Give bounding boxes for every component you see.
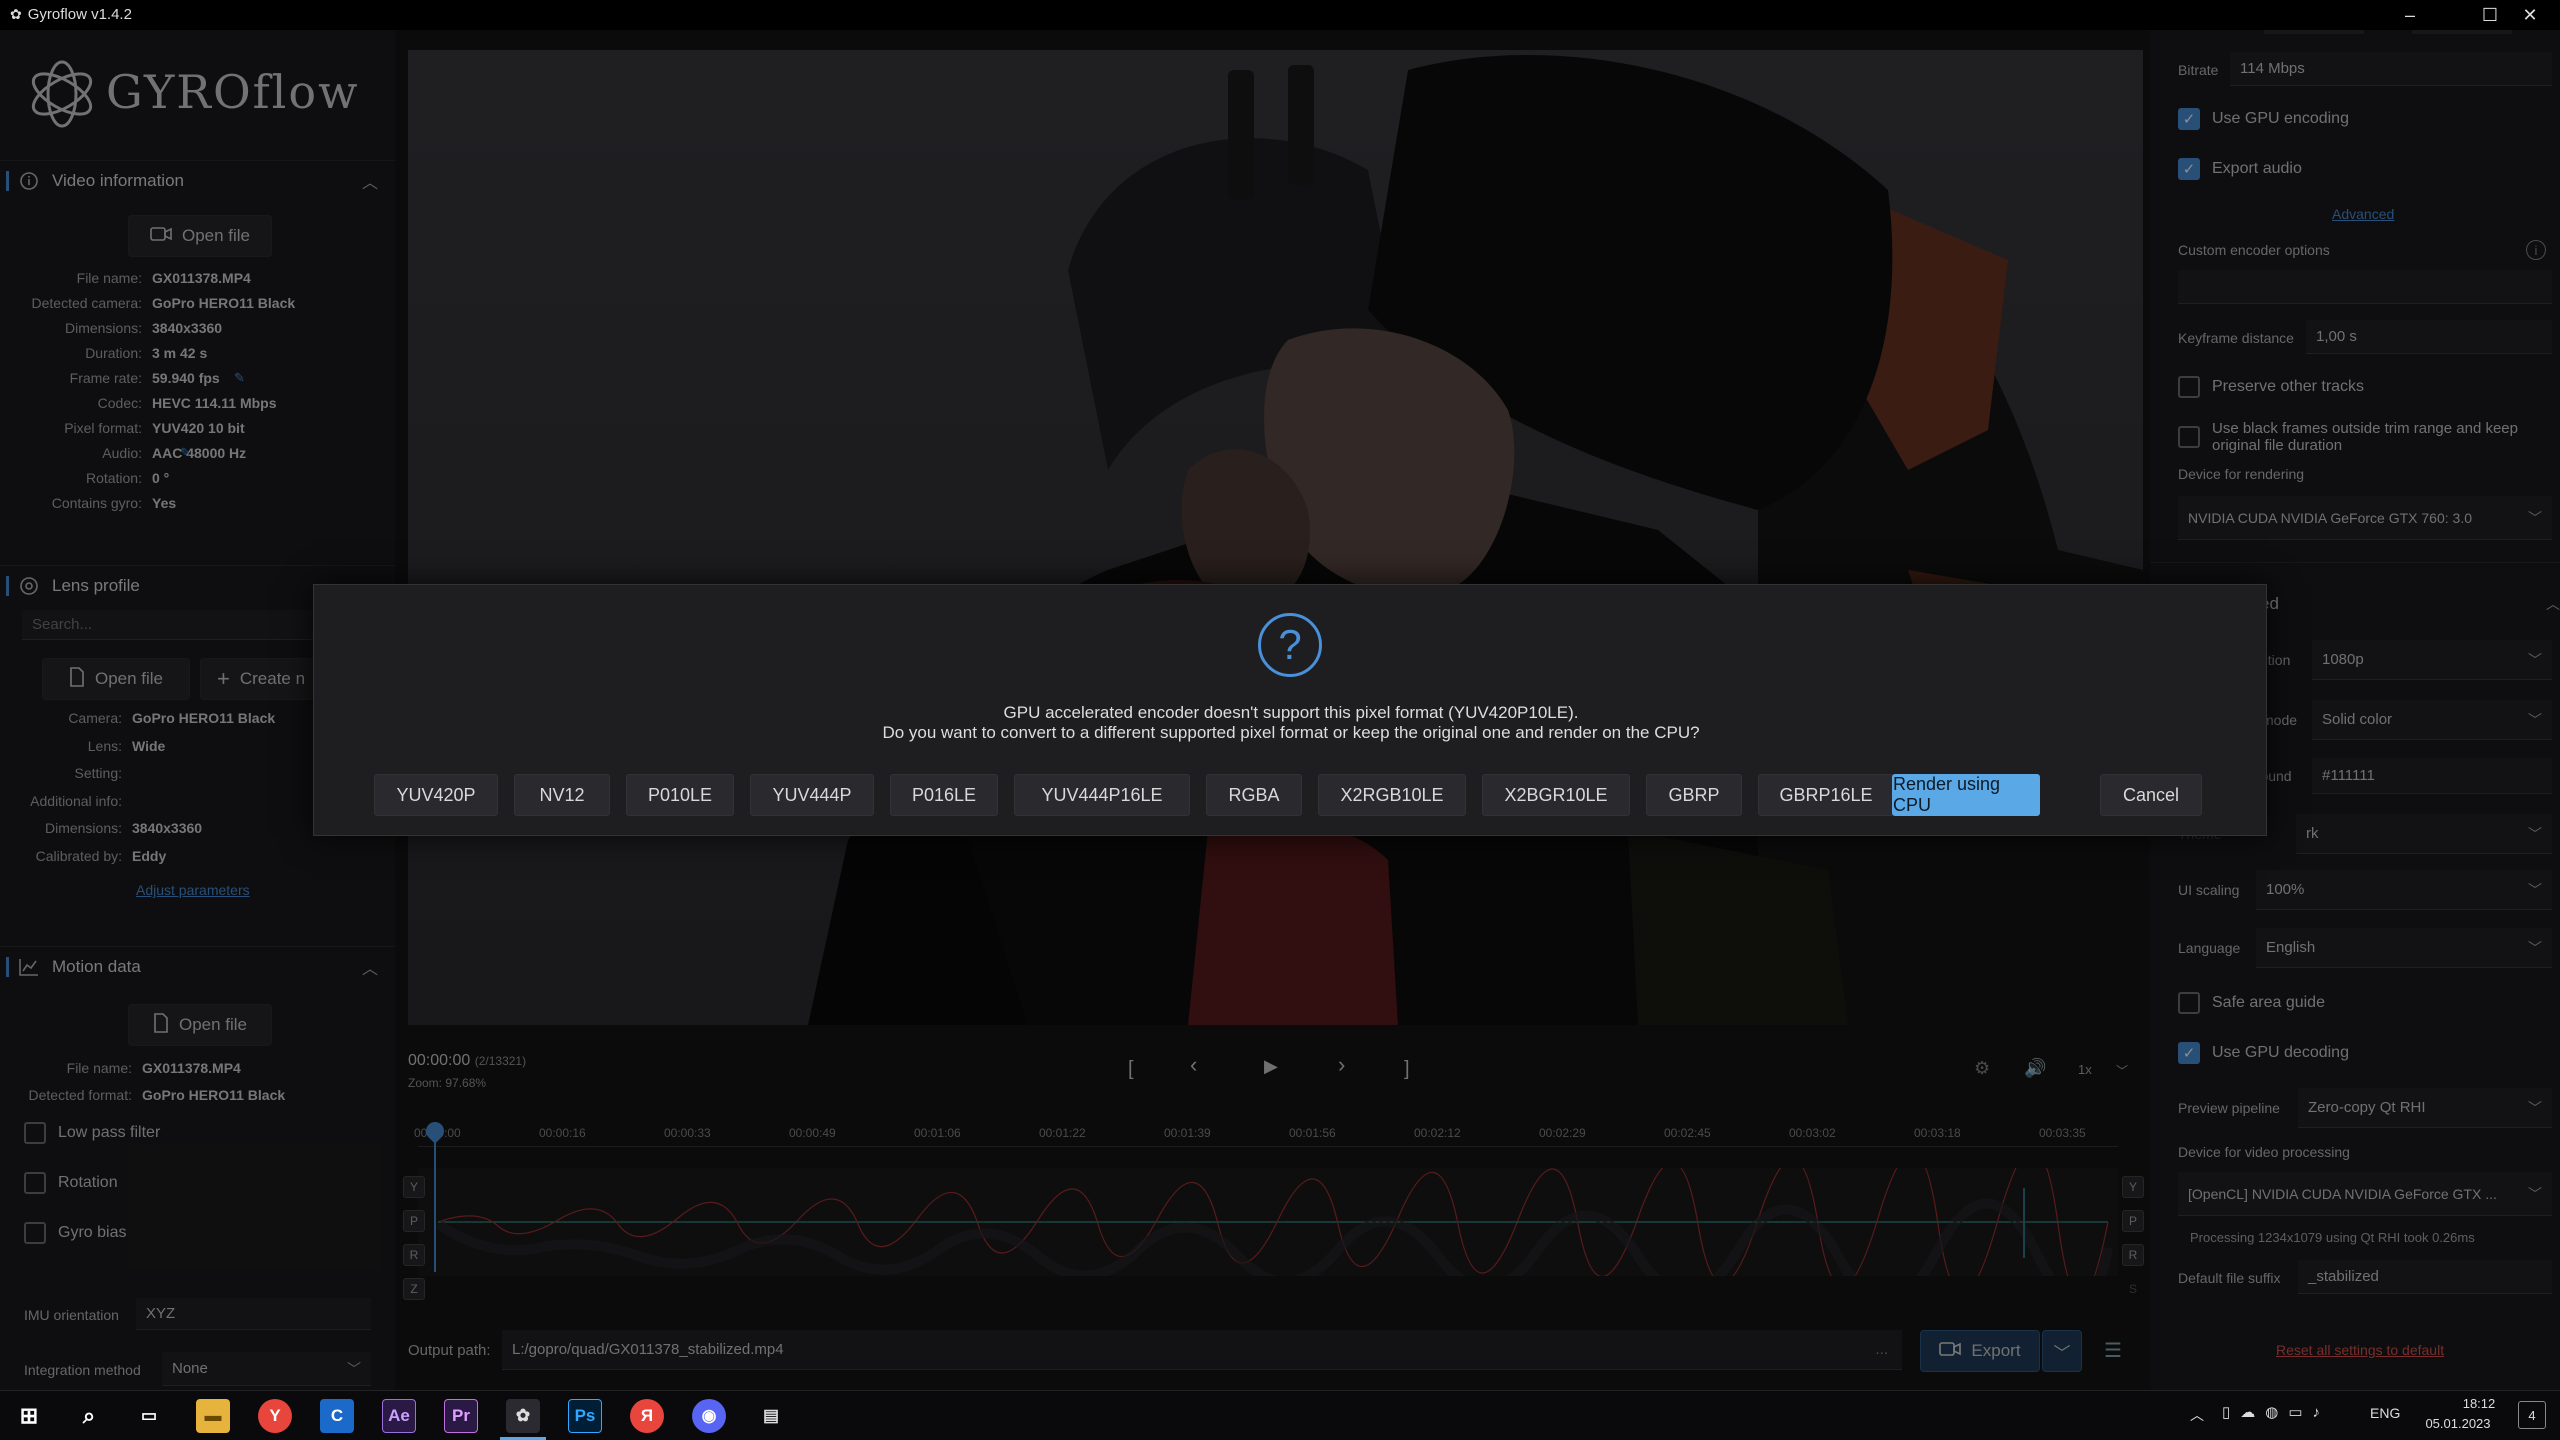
cancel-button[interactable]: Cancel — [2100, 774, 2202, 816]
notifications-icon[interactable]: 4 — [2518, 1401, 2546, 1429]
pixel-format-button[interactable]: GBRP — [1646, 774, 1742, 816]
pixel-format-button[interactable]: P010LE — [626, 774, 734, 816]
pixel-format-button[interactable]: X2RGB10LE — [1318, 774, 1466, 816]
pixel-format-button[interactable]: NV12 — [514, 774, 610, 816]
pixel-format-button[interactable]: X2BGR10LE — [1482, 774, 1630, 816]
c-app-icon[interactable]: C — [320, 1399, 354, 1433]
minimize-button[interactable]: – — [2380, 0, 2440, 30]
app-icon: ✿ — [10, 6, 22, 22]
taskbar: ⊞ ⌕ ▭ ▬ Y C Ae Pr ✿ Ps Я ◉ ▤ ︿ ▯☁◍▭♪ ENG… — [0, 1390, 2560, 1440]
language-indicator[interactable]: ENG — [2370, 1405, 2400, 1421]
task-view-icon[interactable]: ▭ — [132, 1399, 166, 1433]
file-explorer-icon[interactable]: ▬ — [196, 1399, 230, 1433]
clock-time[interactable]: 18:12 — [2434, 1396, 2524, 1411]
question-icon: ? — [1258, 613, 1322, 677]
gyroflow-taskbar-icon[interactable]: ✿ — [506, 1399, 540, 1433]
dialog-message-line2: Do you want to convert to a different su… — [882, 723, 1700, 742]
yandex-icon[interactable]: Я — [630, 1399, 664, 1433]
premiere-icon[interactable]: Pr — [444, 1399, 478, 1433]
tray-icons[interactable]: ▯☁◍▭♪ — [2222, 1403, 2330, 1421]
after-effects-icon[interactable]: Ae — [382, 1399, 416, 1433]
pixel-format-button[interactable]: GBRP16LE — [1758, 774, 1894, 816]
pixel-format-button[interactable]: YUV444P16LE — [1014, 774, 1190, 816]
window-title: Gyroflow v1.4.2 — [27, 6, 132, 23]
start-icon[interactable]: ⊞ — [12, 1399, 46, 1433]
photoshop-icon[interactable]: Ps — [568, 1399, 602, 1433]
discord-icon[interactable]: ◉ — [692, 1399, 726, 1433]
dialog-message-line1: GPU accelerated encoder doesn't support … — [1003, 703, 1579, 722]
search-icon[interactable]: ⌕ — [72, 1399, 106, 1433]
tray-chevron-icon[interactable]: ︿ — [2190, 1405, 2204, 1425]
render-using-cpu-button[interactable]: Render using CPU — [1892, 774, 2040, 816]
close-button[interactable]: ✕ — [2500, 0, 2560, 30]
yandex-browser-icon[interactable]: Y — [258, 1399, 292, 1433]
title-bar: ✿ Gyroflow v1.4.2 – ☐ ✕ — [0, 0, 2560, 30]
pixel-format-button[interactable]: YUV444P — [750, 774, 874, 816]
pixel-format-button[interactable]: RGBA — [1206, 774, 1302, 816]
clock-date[interactable]: 05.01.2023 — [2408, 1416, 2508, 1431]
pixel-format-button[interactable]: YUV420P — [374, 774, 498, 816]
printer-icon[interactable]: ▤ — [754, 1399, 788, 1433]
pixel-format-button[interactable]: P016LE — [890, 774, 998, 816]
